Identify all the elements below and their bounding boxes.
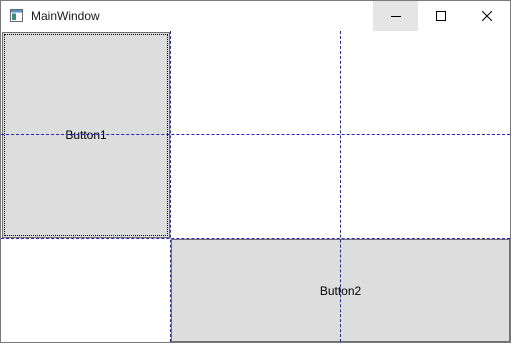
button1-label: Button1	[65, 128, 107, 142]
minimize-button[interactable]	[373, 1, 418, 31]
grid-row-divider	[1, 134, 510, 135]
close-button[interactable]	[464, 1, 509, 31]
maximize-icon	[435, 11, 446, 21]
grid-column-divider	[170, 31, 171, 342]
window-title: MainWindow	[31, 9, 100, 23]
close-icon	[481, 11, 492, 21]
grid-column-divider	[340, 31, 341, 342]
maximize-button[interactable]	[418, 1, 463, 31]
main-window: MainWindow Button1 Button2	[0, 0, 511, 343]
grid-row-divider	[1, 238, 510, 239]
window-content: Button1 Button2	[1, 31, 510, 342]
window-app-icon	[10, 9, 23, 22]
minimize-icon	[390, 16, 401, 17]
title-bar[interactable]: MainWindow	[1, 1, 510, 31]
button1[interactable]: Button1	[2, 32, 170, 238]
